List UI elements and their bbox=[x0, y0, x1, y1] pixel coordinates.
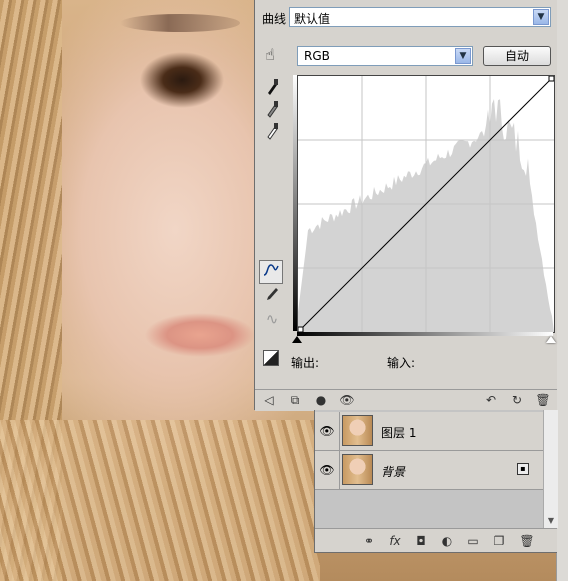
black-point-slider[interactable] bbox=[292, 336, 302, 343]
eye-icon[interactable]: 👁 bbox=[319, 462, 335, 478]
divider bbox=[339, 451, 340, 489]
layers-footer: ⚭ fx ◘ ◐ ▭ ❐ 🗑 bbox=[315, 528, 557, 553]
panel-view-icon[interactable]: ⧉ bbox=[287, 392, 303, 408]
lock-icon: ▪ bbox=[517, 463, 529, 475]
auto-button[interactable]: 自动 bbox=[483, 46, 551, 66]
layer-name[interactable]: 图层 1 bbox=[381, 424, 416, 441]
curves-footer: ◁ ⧉ ● 👁 ↶ ↻ 🗑 bbox=[255, 389, 557, 411]
divider bbox=[339, 412, 340, 450]
input-gradient bbox=[297, 332, 553, 336]
visibility-eye-icon[interactable]: 👁 bbox=[339, 392, 355, 408]
layer-thumbnail bbox=[342, 454, 373, 485]
adjustment-layer-icon[interactable]: ◐ bbox=[439, 533, 455, 549]
show-clipping-icon[interactable] bbox=[263, 350, 279, 366]
layers-list: 👁 图层 1 👁 背景 ▪ bbox=[315, 410, 543, 528]
hair-bottom bbox=[0, 420, 320, 581]
curves-graph[interactable] bbox=[297, 75, 555, 333]
view-previous-icon[interactable]: ↶ bbox=[483, 392, 499, 408]
new-layer-icon[interactable]: ❐ bbox=[491, 533, 507, 549]
channel-dropdown[interactable]: RGB ▼ bbox=[297, 46, 473, 66]
clip-to-layer-icon[interactable]: ● bbox=[313, 392, 329, 408]
layer-name[interactable]: 背景 bbox=[381, 463, 405, 480]
channel-value: RGB bbox=[304, 49, 330, 63]
link-layers-icon[interactable]: ⚭ bbox=[361, 533, 377, 549]
input-label: 输入: bbox=[387, 356, 416, 370]
panel-title: 曲线 bbox=[262, 12, 287, 26]
add-mask-icon[interactable]: ◘ bbox=[413, 533, 429, 549]
reset-icon[interactable]: ↻ bbox=[509, 392, 525, 408]
output-label: 输出: bbox=[291, 356, 320, 370]
trash-icon[interactable]: 🗑 bbox=[519, 533, 535, 549]
chevron-down-icon[interactable]: ▼ bbox=[544, 514, 558, 528]
preset-dropdown[interactable]: 默认值 ▼ bbox=[289, 7, 551, 27]
trash-icon[interactable]: 🗑 bbox=[535, 392, 551, 408]
gray-eyedropper-icon[interactable] bbox=[261, 100, 283, 122]
curve-points-icon[interactable] bbox=[259, 260, 283, 284]
chevron-down-icon[interactable]: ▼ bbox=[533, 9, 549, 25]
layer-row[interactable]: 👁 图层 1 bbox=[315, 412, 543, 451]
click-drag-adjust-icon[interactable]: ☝ bbox=[259, 44, 281, 66]
white-eyedropper-icon[interactable] bbox=[261, 122, 283, 144]
new-group-icon[interactable]: ▭ bbox=[465, 533, 481, 549]
preset-value: 默认值 bbox=[294, 12, 331, 26]
chevron-down-icon[interactable]: ▼ bbox=[455, 48, 471, 64]
curves-panel: 曲线 默认值 ▼ ☝ RGB ▼ 自动 ∿ 输出: 输入: ◁ ⧉ ● 👁 ↶ … bbox=[254, 0, 557, 411]
curve-point-white[interactable] bbox=[548, 76, 554, 82]
smooth-icon[interactable]: ∿ bbox=[261, 308, 283, 330]
white-point-slider[interactable] bbox=[546, 336, 556, 343]
layer-row[interactable]: 👁 背景 ▪ bbox=[315, 451, 543, 490]
fx-icon[interactable]: fx bbox=[387, 533, 403, 549]
layer-thumbnail bbox=[342, 415, 373, 446]
layers-scrollbar[interactable]: ▼ bbox=[543, 410, 558, 528]
layers-panel: 👁 图层 1 👁 背景 ▪ ▼ ⚭ fx ◘ ◐ ▭ ❐ 🗑 bbox=[314, 410, 558, 553]
pencil-icon[interactable] bbox=[261, 286, 283, 308]
black-eyedropper-icon[interactable] bbox=[261, 78, 283, 100]
back-arrow-icon[interactable]: ◁ bbox=[261, 392, 277, 408]
eye-icon[interactable]: 👁 bbox=[319, 423, 335, 439]
eyebrow bbox=[120, 14, 240, 32]
